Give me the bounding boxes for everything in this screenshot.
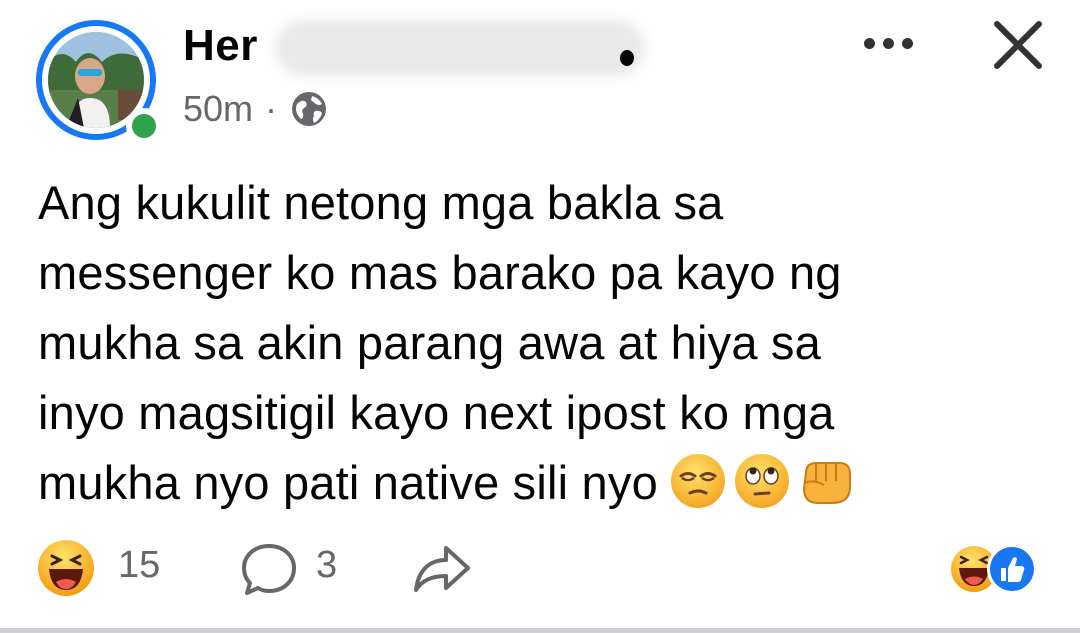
post-meta: 50m · [183, 84, 329, 134]
redacted-name-fragment [620, 50, 634, 66]
relieved-face-emoji [668, 451, 728, 511]
more-dot [863, 37, 875, 49]
post-body: Ang kukulit netong mga bakla sa messenge… [38, 168, 1048, 518]
post-timestamp[interactable]: 50m [183, 88, 253, 130]
close-icon[interactable] [985, 12, 1051, 78]
haha-icon[interactable] [36, 538, 96, 598]
post-text-segment: mukha nyo pati native sili nyo [38, 456, 658, 509]
more-dot [882, 37, 894, 49]
eye-roll-emoji [732, 451, 792, 511]
post-text-line: inyo magsitigil kayo next ipost ko mga [38, 386, 835, 439]
post-text-line-last: mukha nyo pati native sili nyo [38, 448, 1048, 518]
fist-bump-emoji [796, 451, 856, 511]
post-text-line: messenger ko mas barako pa kayo ng [38, 246, 842, 299]
author-avatar[interactable] [36, 20, 162, 144]
redacted-name-blur [275, 20, 645, 76]
post-footer: 15 3 [0, 530, 1080, 600]
author-name[interactable]: Her [183, 21, 258, 71]
meta-separator: · [265, 88, 278, 129]
post-divider [0, 628, 1080, 633]
facebook-post: Her 50m · Ang kukulit netong mga bakla s… [0, 0, 1080, 633]
comment-count[interactable]: 3 [316, 544, 337, 587]
more-options-button[interactable] [858, 28, 918, 58]
author-name-row[interactable]: Her [183, 16, 645, 76]
share-icon[interactable] [410, 540, 474, 598]
post-text-line: mukha sa akin parang awa at hiya sa [38, 316, 821, 369]
emoji-run [668, 451, 856, 511]
reaction-count[interactable]: 15 [118, 544, 160, 587]
reaction-summary[interactable] [948, 538, 1048, 600]
post-text-line: Ang kukulit netong mga bakla sa [38, 176, 724, 229]
globe-icon[interactable] [289, 89, 329, 129]
more-dot [901, 37, 913, 49]
comment-icon[interactable] [238, 540, 300, 598]
online-status-dot [126, 108, 162, 144]
